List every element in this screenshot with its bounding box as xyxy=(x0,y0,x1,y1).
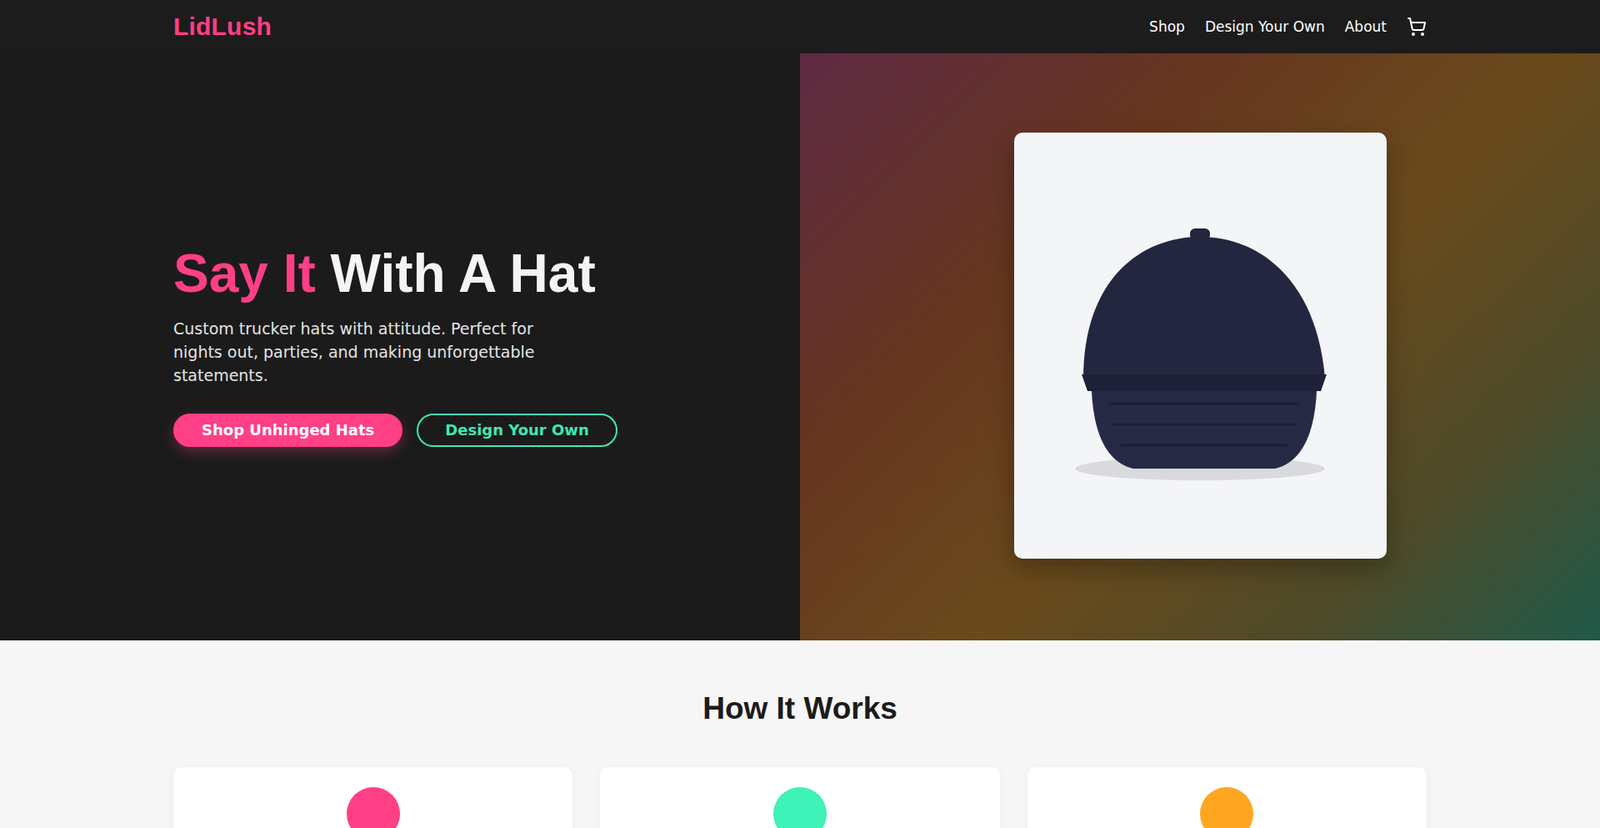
nav-link[interactable]: Shop xyxy=(1149,18,1185,35)
logo[interactable]: LidLush xyxy=(173,12,272,41)
section-title: How It Works xyxy=(702,690,898,727)
hero-buttons: Shop Unhinged Hats Design Your Own xyxy=(173,413,800,447)
nav-bar: LidLush Shop Design Your Own About xyxy=(0,0,1600,54)
step-grid xyxy=(173,766,1427,828)
step-circle xyxy=(773,786,827,828)
nav-links: Shop Design Your Own About xyxy=(1149,16,1427,37)
nav-link[interactable]: About xyxy=(1345,18,1387,35)
step-circle xyxy=(1200,786,1254,828)
design-button[interactable]: Design Your Own xyxy=(416,413,617,447)
hero: Say It With A Hat Custom trucker hats wit… xyxy=(0,53,1600,640)
hat-photo xyxy=(1050,203,1350,487)
hero-subtitle: Custom trucker hats with attitude. Perfe… xyxy=(173,316,574,387)
step-circle xyxy=(346,786,400,828)
hero-visual xyxy=(800,53,1600,640)
hero-title-accent: Say It xyxy=(173,243,316,304)
hero-title: Say It With A Hat xyxy=(173,243,800,305)
how-it-works: How It Works xyxy=(0,640,1600,828)
cart-button[interactable] xyxy=(1406,16,1427,37)
hero-content: Say It With A Hat Custom trucker hats wit… xyxy=(0,53,800,640)
step-card xyxy=(600,766,1000,828)
nav-link[interactable]: Design Your Own xyxy=(1205,18,1325,35)
cart-icon xyxy=(1406,16,1427,37)
shop-button[interactable]: Shop Unhinged Hats xyxy=(173,413,403,447)
step-card xyxy=(173,766,573,828)
step-card xyxy=(1027,766,1427,828)
product-card xyxy=(1014,132,1387,559)
page: LidLush Shop Design Your Own About Say It Wi… xyxy=(0,0,1600,828)
